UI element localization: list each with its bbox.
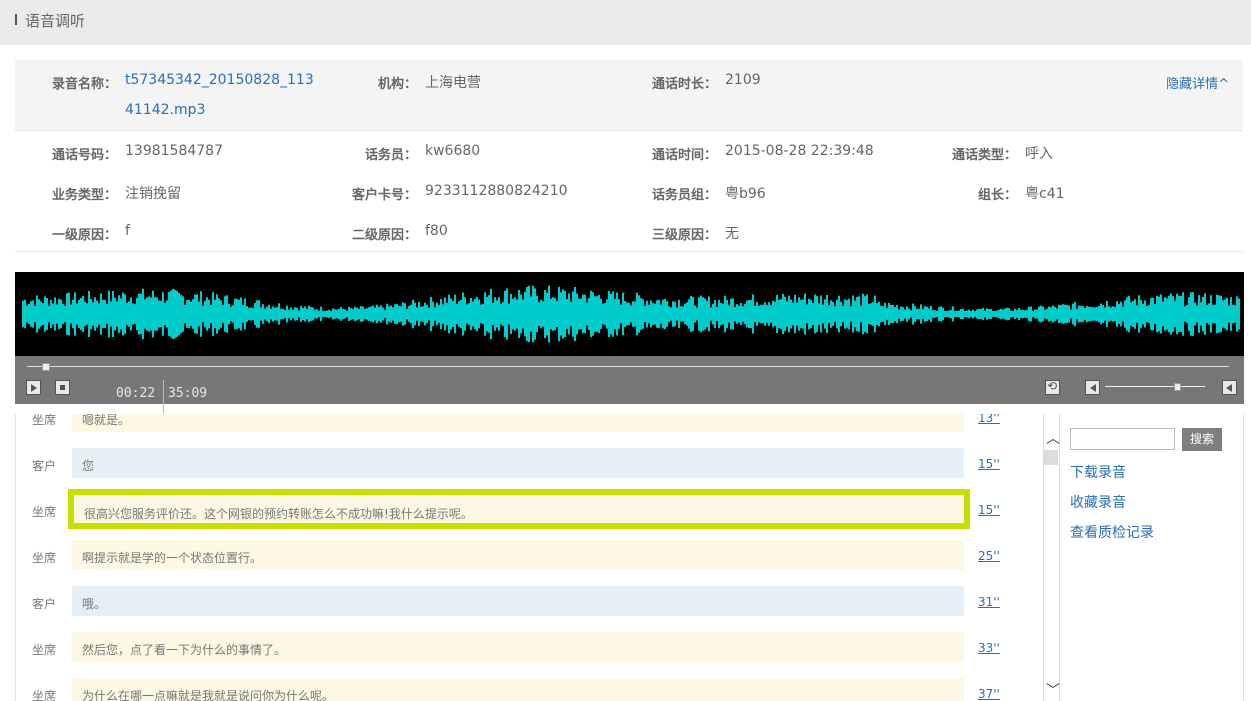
group-label: 话务员组： [651, 188, 717, 203]
total-time: 35:09 [168, 386, 208, 401]
utterance-text[interactable]: 然后您，点了看一下为什么的事情了。 [72, 632, 964, 662]
utterance-text-highlighted[interactable]: 很高兴您服务评价还。这个网银的预约转账怎么不成功嘛!我什么提示呢。 [68, 489, 970, 529]
transcript-row: 客户 哦。 31'' [16, 586, 1044, 618]
biz-type-value: 注销挽留 [125, 186, 181, 202]
utterance-text[interactable]: 为什么在哪一点嘛就是我就是说问你为什么呢。 [72, 678, 964, 701]
qc-record-link[interactable]: 查看质检记录 [1070, 522, 1154, 542]
reason2-label: 二级原因： [351, 228, 417, 243]
speaker-label: 坐席 [32, 689, 57, 701]
volume-down-button[interactable] [1085, 380, 1100, 395]
recording-name-label: 录音名称： [51, 77, 117, 92]
progress-track[interactable] [27, 366, 1229, 367]
waveform-graphic [22, 285, 1240, 343]
download-recording-link[interactable]: 下载录音 [1070, 462, 1126, 482]
audio-player: 00:22 35:09 [15, 272, 1244, 420]
loop-button[interactable] [1045, 379, 1060, 395]
search-button[interactable]: 搜索 [1182, 428, 1222, 451]
hide-details-link[interactable]: 隐藏详情^ [1166, 73, 1229, 92]
speaker-label: 坐席 [32, 643, 57, 657]
utterance-text[interactable]: 啊提示就是学的一个状态位置行。 [72, 540, 964, 570]
transcript-row: 客户 您 15'' [16, 448, 1044, 480]
recording-name-value-line1: t57345342_20150828_113 [125, 72, 314, 88]
volume-handle[interactable] [1174, 383, 1181, 391]
speaker-label: 客户 [32, 459, 57, 473]
transcript-row: 坐席 然后您，点了看一下为什么的事情了。 33'' [16, 632, 1044, 664]
volume-up-button[interactable] [1222, 380, 1237, 395]
search-input[interactable] [1070, 428, 1175, 450]
transcript-list: 坐席 嗯就是。 13'' 客户您 15'' 坐席 很高兴您服务评价还。这个网银的预约转账怎么… [15, 414, 1044, 701]
transcript-row: 坐席 啊提示就是学的一个状态位置行。 25'' [16, 540, 1044, 572]
utterance-text[interactable]: 嗯就是。 [72, 414, 964, 432]
reason3-value: 无 [725, 226, 739, 242]
info-row-4: 一级原因： f 二级原因： f80 三级原因： 无 [15, 211, 1243, 252]
info-row-1: 录音名称： t57345342_20150828_113 41142.mp3 机… [15, 60, 1243, 131]
transcript-scrollbar[interactable]: ︿ ﹀ [1043, 414, 1060, 701]
reason2-value: f80 [425, 223, 448, 239]
phone-label: 通话号码： [51, 148, 117, 163]
call-type-value: 呼入 [1025, 146, 1053, 162]
info-row-3: 业务类型： 注销挽留 客户卡号： 9233112880824210 话务员组： … [15, 171, 1243, 211]
utterance-text[interactable]: 哦。 [72, 586, 964, 616]
leader-value: 粤c41 [1025, 186, 1065, 202]
transcript-row: 坐席 嗯就是。 13'' [16, 414, 1044, 434]
org-value: 上海电营 [425, 75, 481, 91]
chevron-up-icon[interactable]: ︿ [1046, 428, 1060, 448]
call-time-value: 2015-08-28 22:39:48 [725, 143, 874, 159]
timestamp-link[interactable]: 37'' [978, 687, 1000, 701]
timestamp-link[interactable]: 15'' [978, 503, 1000, 517]
duration-label: 通话时长： [651, 77, 717, 92]
org-label: 机构： [377, 77, 417, 92]
speaker-label: 客户 [32, 597, 57, 611]
group-value: 粤b96 [725, 186, 766, 202]
leader-label: 组长： [977, 188, 1017, 203]
utterance-text[interactable]: 您 [72, 448, 964, 478]
reason3-label: 三级原因： [651, 228, 717, 243]
title-marker [15, 14, 17, 25]
speaker-label: 坐席 [32, 551, 57, 565]
stop-button[interactable] [55, 380, 70, 395]
play-button[interactable] [26, 380, 41, 395]
biz-type-label: 业务类型： [51, 188, 117, 203]
transcript-row: 坐席 很高兴您服务评价还。这个网银的预约转账怎么不成功嘛!我什么提示呢。 15'' [16, 489, 1044, 529]
volume-slider[interactable] [1105, 386, 1205, 387]
timestamp-link[interactable]: 33'' [978, 641, 1000, 655]
player-controls: 00:22 35:09 [15, 356, 1244, 420]
timestamp-link[interactable]: 15'' [978, 457, 1000, 471]
reason1-value: f [125, 223, 130, 239]
reason1-label: 一级原因： [51, 228, 117, 243]
operator-value: kw6680 [425, 143, 481, 159]
info-row-2: 通话号码： 13981584787 话务员： kw6680 通话时间： 2015… [15, 131, 1243, 171]
call-time-label: 通话时间： [651, 148, 717, 163]
favorite-recording-link[interactable]: 收藏录音 [1070, 492, 1126, 512]
operator-label: 话务员： [364, 148, 417, 163]
current-time: 00:22 [116, 386, 156, 401]
call-type-label: 通话类型： [951, 148, 1017, 163]
duration-value: 2109 [725, 72, 761, 88]
timestamp-link[interactable]: 31'' [978, 595, 1000, 609]
page-title: 语音调听 [25, 12, 86, 30]
page-header: 语音调听 [0, 0, 1251, 45]
chevron-down-icon[interactable]: ﹀ [1046, 680, 1060, 700]
progress-handle[interactable] [42, 363, 51, 371]
speaker-label: 坐席 [32, 505, 57, 519]
card-label: 客户卡号： [351, 188, 417, 203]
speaker-label: 坐席 [32, 414, 57, 427]
phone-value: 13981584787 [125, 143, 223, 159]
recording-name-value-line2: 41142.mp3 [125, 102, 206, 118]
timestamp-link[interactable]: 25'' [978, 549, 1000, 563]
card-value: 9233112880824210 [425, 183, 568, 199]
call-info-panel: 录音名称： t57345342_20150828_113 41142.mp3 机… [15, 60, 1243, 252]
transcript-row: 坐席 为什么在哪一点嘛就是我就是说问你为什么呢。 37'' [16, 678, 1044, 701]
timestamp-link[interactable]: 13'' [978, 414, 1000, 425]
scrollbar-thumb[interactable] [1044, 450, 1058, 465]
side-panel: 搜索 下载录音 收藏录音 查看质检记录 [1059, 414, 1244, 701]
waveform-path [22, 285, 1240, 343]
waveform[interactable] [15, 272, 1244, 356]
